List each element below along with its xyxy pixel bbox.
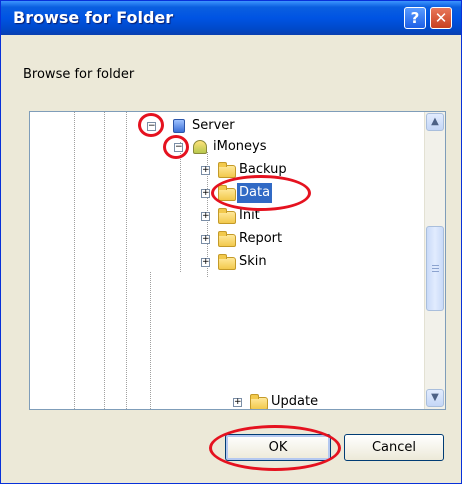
tree-item-label: Init [239,208,260,223]
expand-icon[interactable]: + [201,235,210,244]
tree-item-label: Backup [239,162,287,177]
scroll-up-button[interactable]: ▲ [426,113,444,131]
cancel-button[interactable]: Cancel [344,434,444,461]
folder-icon [218,162,236,178]
arrow-up-icon: ▲ [431,116,439,127]
dialog-description: Browse for folder [23,67,135,82]
folder-icon [250,394,268,409]
collapse-icon[interactable]: − [174,143,183,152]
grip-line [432,268,439,269]
user-folder-icon [193,140,207,154]
close-icon: ✕ [434,9,448,27]
grip-line [432,271,439,272]
folder-tree[interactable]: − Server − iMoneys + Backup + Data + Ini… [29,111,446,410]
expand-icon[interactable]: + [201,258,210,267]
folder-icon [218,185,236,201]
tree-item-backup[interactable]: + Backup [30,160,420,180]
tree-item-label: Server [192,118,235,133]
tree-item-init[interactable]: + Init [30,206,420,226]
expand-icon[interactable]: + [233,398,242,407]
tree-scrollbar[interactable]: ▲ ▼ [424,112,445,409]
help-icon: ? [410,9,420,27]
tree-item-label: Data [237,183,273,203]
scroll-down-button[interactable]: ▼ [426,389,444,407]
arrow-down-icon: ▼ [431,392,439,403]
browse-for-folder-dialog: Browse for Folder ? ✕ Browse for folder … [0,0,462,484]
title-bar: Browse for Folder ? ✕ [1,1,461,35]
tree-item-data[interactable]: + Data [30,183,420,203]
ok-button[interactable]: OK [225,434,331,461]
tree-item-update[interactable]: + Update [30,392,420,409]
grip-line [432,265,439,266]
tree-item-imoneys[interactable]: − iMoneys [30,137,420,157]
tree-item-label: Skin [239,254,267,269]
scrollbar-thumb[interactable] [426,226,444,311]
tree-item-label: iMoneys [213,139,267,154]
tree-guide-line [150,272,151,409]
help-button[interactable]: ? [404,7,426,29]
server-icon [173,119,185,133]
expand-icon[interactable]: + [201,189,210,198]
tree-item-label: Update [271,394,319,409]
tree-item-label: Report [239,231,283,246]
window-title: Browse for Folder [13,8,174,27]
expand-icon[interactable]: + [201,166,210,175]
close-button[interactable]: ✕ [430,7,452,29]
collapse-icon[interactable]: − [147,122,156,131]
expand-icon[interactable]: + [201,212,210,221]
tree-item-server[interactable]: − Server [30,116,420,136]
folder-icon [218,254,236,270]
folder-icon [218,208,236,224]
folder-icon [218,231,236,247]
tree-item-skin[interactable]: + Skin [30,252,420,272]
tree-item-report[interactable]: + Report [30,229,420,249]
